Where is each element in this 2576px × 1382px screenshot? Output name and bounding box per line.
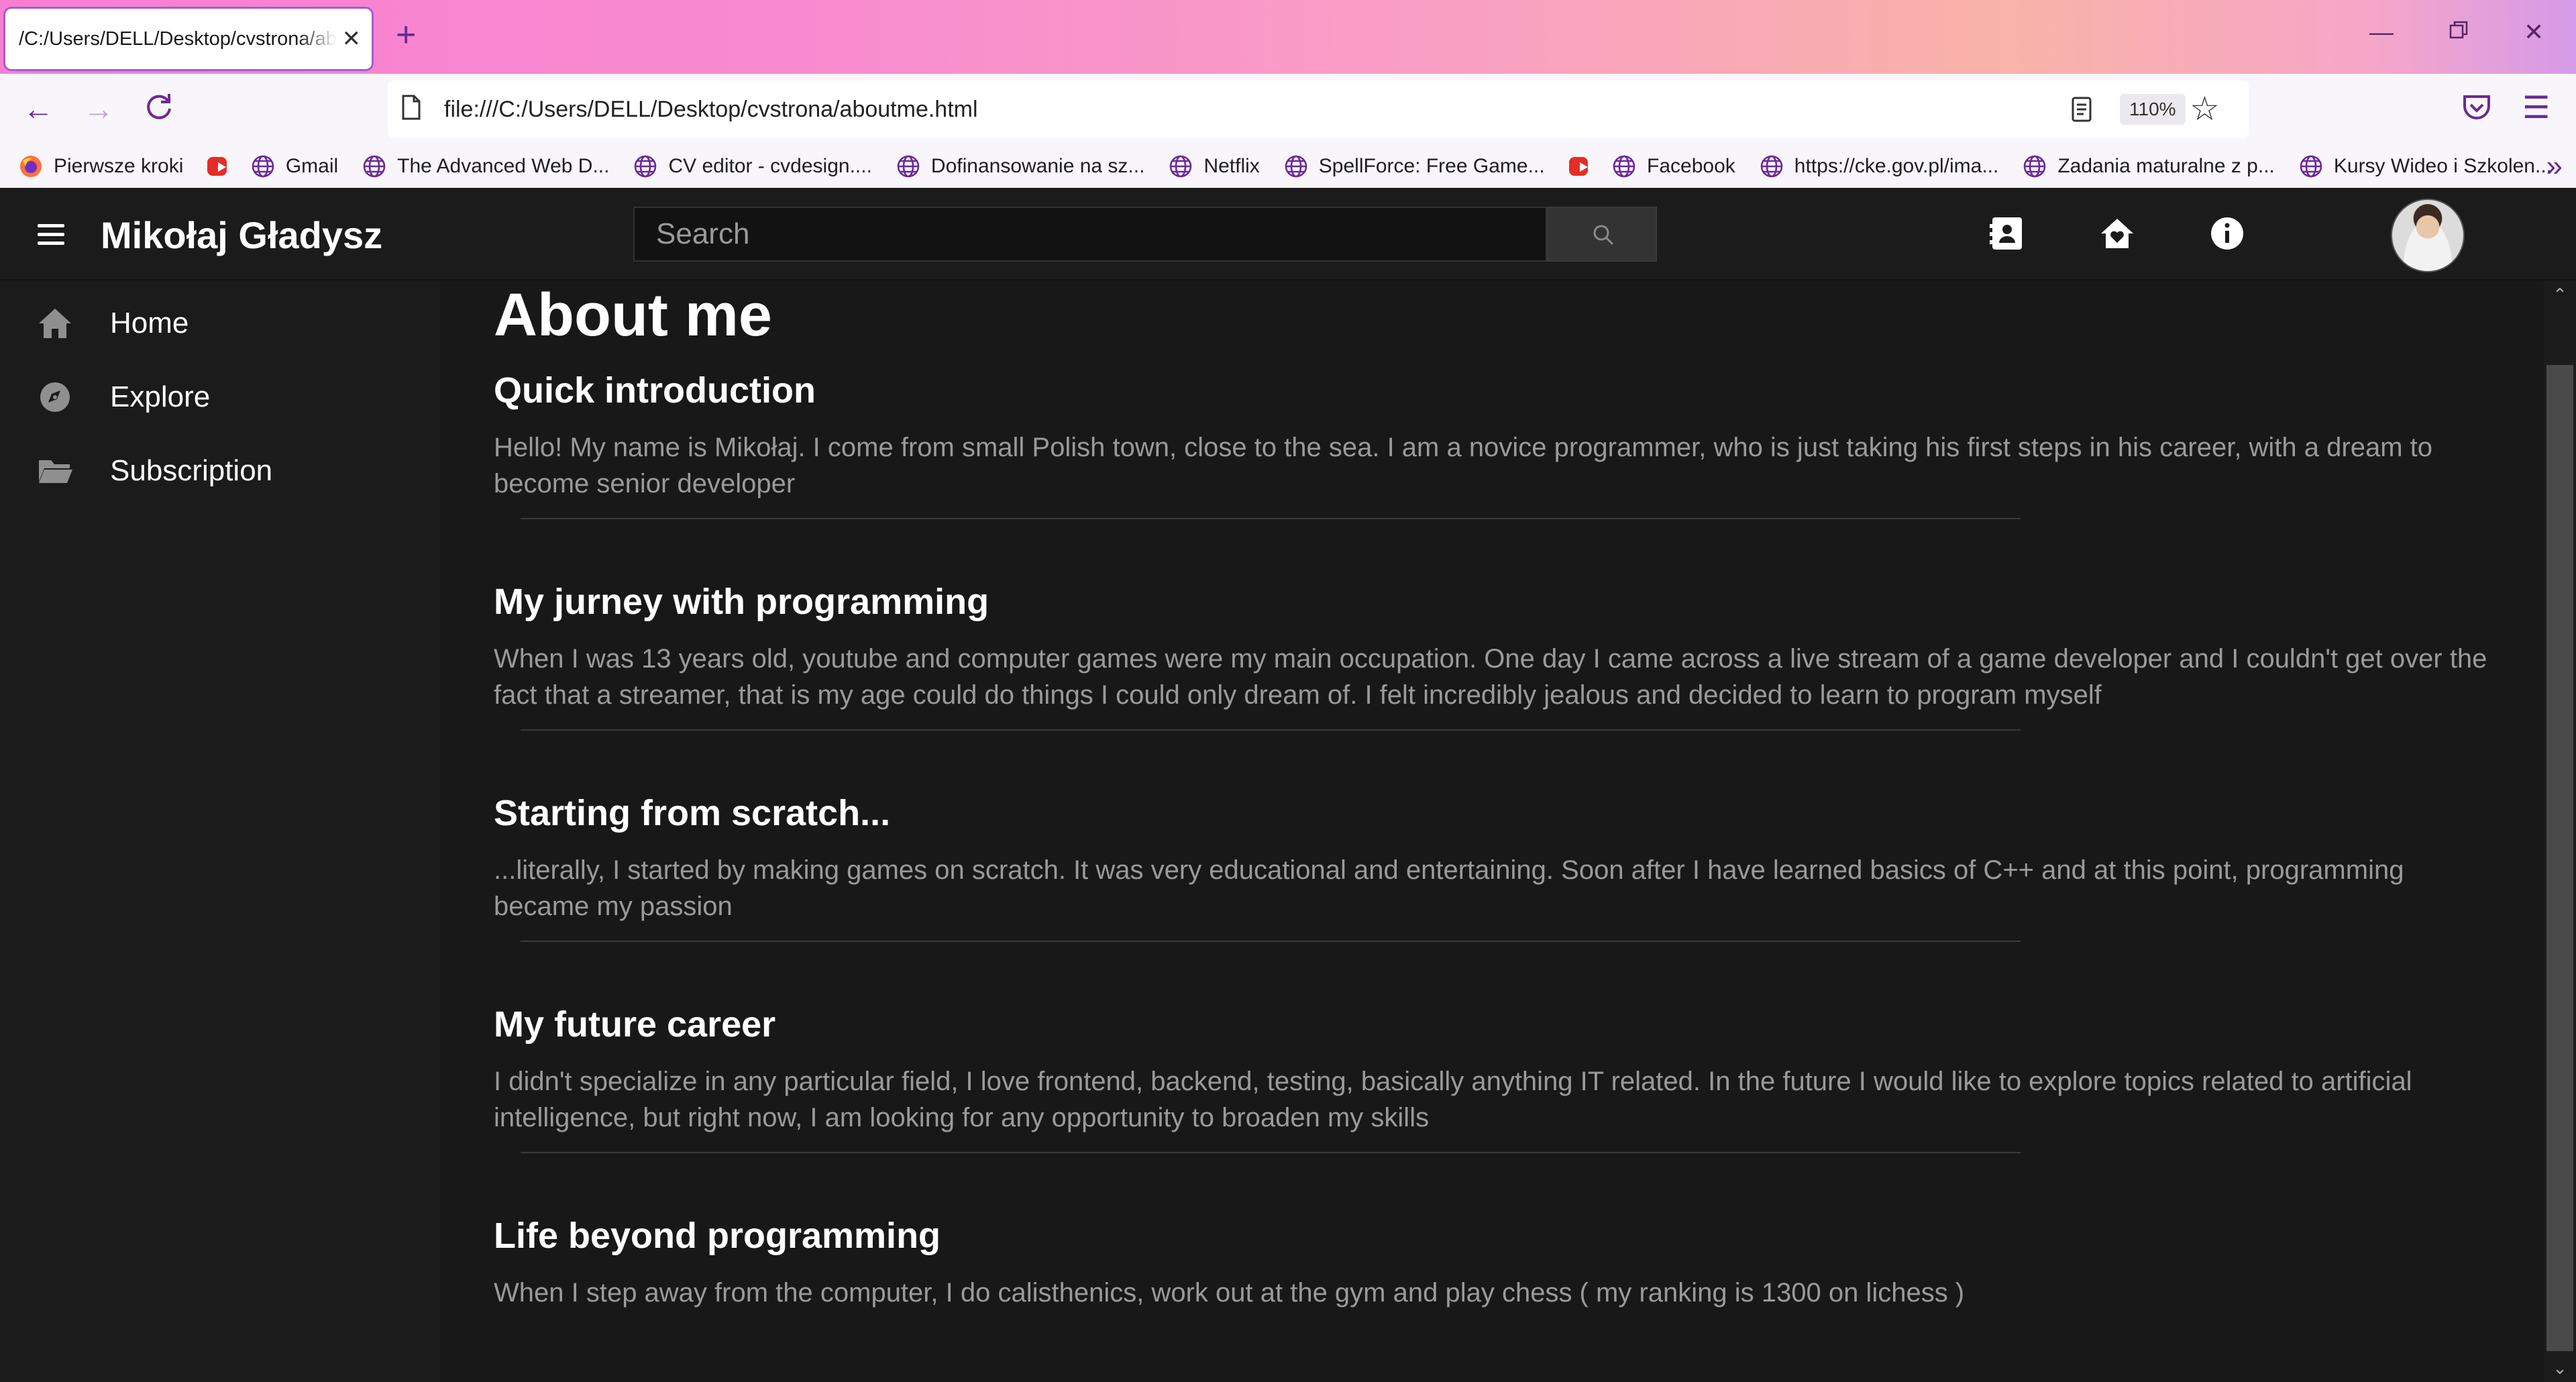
main-content: About me Quick introduction Hello! My nam…: [440, 282, 2544, 1382]
app-header: Mikołaj Gładysz: [0, 188, 2576, 280]
bookmark-item[interactable]: CV editor - cvdesign....: [633, 154, 872, 178]
search-input[interactable]: [633, 207, 1547, 262]
bookmark-item[interactable]: SpellForce: Free Game...: [1284, 154, 1545, 178]
close-window-icon[interactable]: ✕: [2524, 19, 2544, 46]
section-body: I didn't specialize in any particular fi…: [494, 1067, 2412, 1132]
bookmark-label: CV editor - cvdesign....: [668, 155, 872, 177]
section-body: When I was 13 years old, youtube and com…: [494, 644, 2487, 710]
section-divider: [521, 1152, 2021, 1153]
bookmark-item[interactable]: Pierwsze kroki: [19, 154, 183, 178]
youtube-icon[interactable]: [207, 157, 227, 176]
sidebar-item-home[interactable]: Home: [0, 290, 440, 357]
avatar[interactable]: [2391, 199, 2465, 272]
sidebar-item-label: Home: [110, 307, 189, 339]
scroll-up-icon[interactable]: ⌃: [2551, 284, 2569, 305]
bookmark-label: Facebook: [1647, 155, 1735, 177]
restore-icon[interactable]: [2449, 19, 2469, 46]
home-heart-icon[interactable]: [2098, 215, 2136, 252]
app-menu-icon[interactable]: ☰: [2522, 89, 2550, 126]
site-title[interactable]: Mikołaj Gładysz: [101, 213, 382, 258]
globe-icon: [1170, 155, 1192, 178]
sidebar: Home Explore Subscription: [0, 282, 440, 1382]
tab-title: /C:/Users/DELL/Desktop/cvstrona/aboutme.…: [19, 28, 337, 50]
globe-icon: [2024, 155, 2046, 178]
bookmark-label: SpellForce: Free Game...: [1318, 155, 1545, 177]
info-icon[interactable]: [2208, 215, 2246, 252]
section-divider: [521, 941, 2021, 942]
compass-icon: [40, 382, 70, 412]
globe-icon: [363, 155, 386, 178]
globe-icon: [635, 155, 657, 178]
back-arrow-icon[interactable]: ←: [23, 91, 54, 126]
bookmark-item[interactable]: The Advanced Web D...: [362, 154, 609, 178]
bookmark-item[interactable]: Facebook: [1612, 154, 1735, 178]
section-divider: [521, 729, 2021, 731]
page-title: About me: [494, 282, 772, 349]
sidebar-item-label: Subscription: [110, 454, 273, 487]
page-icon: [402, 95, 421, 120]
bookmark-star-icon[interactable]: ☆: [2190, 90, 2220, 127]
web-page: Mikołaj Gładysz Home Explore S: [0, 188, 2576, 1382]
section-body: When I step away from the computer, I do…: [494, 1278, 1965, 1308]
globe-icon: [1285, 155, 1307, 178]
globe-icon: [252, 155, 274, 178]
search-icon: [1593, 225, 1614, 246]
folder-icon: [39, 460, 72, 483]
sidebar-item-explore[interactable]: Explore: [0, 364, 440, 431]
section-title: Quick introduction: [494, 370, 816, 411]
firefox-icon: [20, 156, 42, 177]
scroll-thumb[interactable]: [2546, 365, 2573, 1351]
scroll-down-icon[interactable]: ⌄: [2551, 1358, 2569, 1379]
pocket-icon[interactable]: [2462, 93, 2491, 122]
bookmark-label: Pierwsze kroki: [54, 155, 184, 177]
reader-view-icon[interactable]: [2072, 97, 2092, 122]
sidebar-item-label: Explore: [110, 380, 211, 413]
tab-close-icon[interactable]: ✕: [342, 25, 362, 52]
section-body: ...literally, I started by making games …: [494, 855, 2404, 921]
home-icon: [39, 309, 71, 338]
bookmark-item[interactable]: Dofinansowanie na sz...: [896, 154, 1145, 178]
youtube-icon[interactable]: [1568, 157, 1589, 176]
more-bookmarks-icon[interactable]: »: [2546, 150, 2563, 182]
new-tab-button[interactable]: +: [396, 17, 416, 52]
search-button[interactable]: [1547, 207, 1657, 262]
reload-icon[interactable]: [144, 91, 174, 129]
section-title: Starting from scratch...: [494, 793, 891, 833]
globe-icon: [2300, 155, 2322, 178]
browser-tab-bar: /C:/Users/DELL/Desktop/cvstrona/aboutme.…: [0, 0, 2576, 74]
globe-icon: [897, 155, 920, 178]
globe-icon: [1760, 155, 1783, 178]
bookmark-label: Kursy Wideo i Szkolen...: [2333, 155, 2552, 177]
forward-arrow-icon[interactable]: →: [83, 91, 114, 126]
zoom-level-badge[interactable]: 110%: [2120, 94, 2186, 125]
globe-icon: [1613, 155, 1635, 178]
bookmark-item[interactable]: Zadania maturalne z p...: [2023, 154, 2275, 178]
address-bar[interactable]: file:///C:/Users/DELL/Desktop/cvstrona/a…: [388, 81, 2249, 138]
contact-card-icon[interactable]: [1988, 215, 2026, 252]
url-text: file:///C:/Users/DELL/Desktop/cvstrona/a…: [444, 96, 978, 122]
section-title: Life beyond programming: [494, 1216, 941, 1256]
bookmark-label: Zadania maturalne z p...: [2057, 155, 2275, 177]
section-title: My jurney with programming: [494, 582, 989, 622]
bookmark-label: Dofinansowanie na sz...: [930, 155, 1145, 177]
hamburger-menu-icon[interactable]: [38, 224, 64, 246]
bookmark-item[interactable]: Kursy Wideo i Szkolen...: [2299, 154, 2552, 178]
sidebar-item-subscription[interactable]: Subscription: [0, 437, 440, 504]
browser-nav-bar: ← → file:///C:/Users/DELL/Desktop/cvstro…: [0, 74, 2576, 145]
bookmark-item[interactable]: Netflix: [1169, 154, 1260, 178]
bookmark-label: Netflix: [1203, 155, 1260, 177]
bookmark-label: The Advanced Web D...: [397, 155, 610, 177]
bookmark-label: https://cke.gov.pl/ima...: [1794, 155, 1999, 177]
bookmark-item[interactable]: Gmail: [251, 154, 338, 178]
scrollbar[interactable]: ⌃ ⌄: [2544, 282, 2576, 1382]
browser-tab[interactable]: /C:/Users/DELL/Desktop/cvstrona/aboutme.…: [3, 7, 374, 71]
section-title: My future career: [494, 1004, 776, 1045]
section-body: Hello! My name is Mikołaj. I come from s…: [494, 433, 2432, 498]
section-divider: [521, 518, 2021, 519]
minimize-icon[interactable]: —: [2369, 19, 2394, 46]
bookmark-label: Gmail: [285, 155, 339, 177]
bookmark-item[interactable]: https://cke.gov.pl/ima...: [1760, 154, 1999, 178]
bookmarks-bar: Pierwsze kroki Gmail The Advanced Web D...…: [0, 145, 2576, 188]
